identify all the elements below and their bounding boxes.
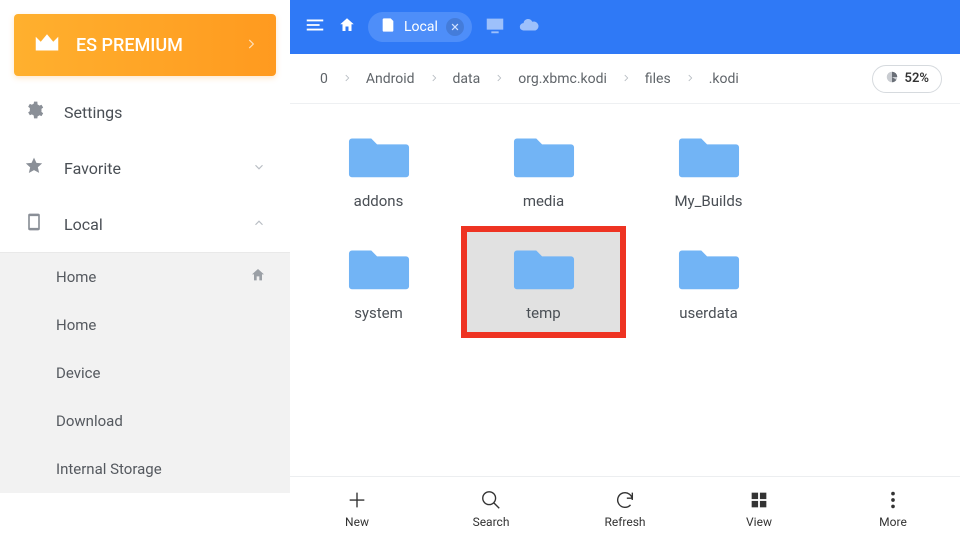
plus-icon — [346, 489, 368, 511]
crumb-4[interactable]: files — [633, 71, 683, 87]
chevron-up-icon — [252, 215, 266, 234]
sub-item-label: Download — [56, 412, 123, 430]
folder-addons[interactable]: addons — [296, 114, 461, 226]
folder-userdata[interactable]: userdata — [626, 226, 791, 338]
folder-grid: addons media My_Builds system temp userd… — [290, 104, 960, 476]
sub-item-label: Home — [56, 268, 96, 286]
refresh-icon — [614, 489, 636, 511]
star-icon — [24, 156, 44, 180]
folder-icon — [678, 242, 740, 296]
local-sub-list: Home Home Device Download Internal Stora… — [0, 252, 290, 493]
crumb-2[interactable]: data — [441, 71, 493, 87]
folder-icon — [678, 130, 740, 184]
bottom-label: More — [879, 515, 907, 529]
new-button[interactable]: New — [290, 477, 424, 540]
sub-item-label: Device — [56, 364, 100, 382]
folder-icon — [513, 242, 575, 296]
sub-item-label: Home — [56, 316, 96, 334]
chevron-right-icon — [621, 71, 631, 87]
crumb-3[interactable]: org.xbmc.kodi — [506, 71, 619, 87]
folder-label: temp — [526, 304, 560, 322]
folder-my-builds[interactable]: My_Builds — [626, 114, 791, 226]
bottom-label: Refresh — [604, 515, 645, 529]
topbar: Local — [290, 0, 960, 54]
crumb-1[interactable]: Android — [354, 71, 427, 87]
bottom-label: Search — [473, 515, 510, 529]
sdcard-icon — [380, 17, 396, 37]
storage-badge[interactable]: 52% — [872, 65, 942, 93]
sub-item-internal-storage[interactable]: Internal Storage — [0, 445, 290, 493]
search-icon — [480, 489, 502, 511]
storage-percent: 52% — [905, 71, 929, 86]
sidebar-item-label: Settings — [64, 103, 122, 122]
sidebar-item-label: Favorite — [64, 159, 121, 178]
folder-system[interactable]: system — [296, 226, 461, 338]
chevron-right-icon — [685, 71, 695, 87]
grid-icon — [748, 489, 770, 511]
sub-item-download[interactable]: Download — [0, 397, 290, 445]
sub-item-device[interactable]: Device — [0, 349, 290, 397]
chevron-right-icon — [342, 71, 352, 87]
folder-icon — [348, 130, 410, 184]
chevron-right-icon — [244, 35, 258, 56]
folder-media[interactable]: media — [461, 114, 626, 226]
more-button[interactable]: More — [826, 477, 960, 540]
sub-item-label: Internal Storage — [56, 460, 162, 478]
more-icon — [882, 489, 904, 511]
view-button[interactable]: View — [692, 477, 826, 540]
breadcrumb: 0 Android data org.xbmc.kodi files .kodi… — [290, 54, 960, 104]
hamburger-icon[interactable] — [304, 14, 326, 40]
sidebar-item-settings[interactable]: Settings — [0, 84, 290, 140]
bottom-label: View — [746, 515, 772, 529]
cloud-icon[interactable] — [518, 14, 540, 40]
premium-label: ES PREMIUM — [76, 35, 183, 56]
crumb-0[interactable]: 0 — [308, 71, 340, 87]
bottom-label: New — [345, 515, 369, 529]
chevron-right-icon — [494, 71, 504, 87]
pie-icon — [885, 70, 899, 88]
sidebar-item-favorite[interactable]: Favorite — [0, 140, 290, 196]
refresh-button[interactable]: Refresh — [558, 477, 692, 540]
folder-label: addons — [354, 192, 404, 210]
sub-item-home-1[interactable]: Home — [0, 253, 290, 301]
tab-chip-local[interactable]: Local — [368, 12, 472, 42]
sidebar-item-label: Local — [64, 215, 103, 234]
close-icon[interactable] — [446, 18, 464, 36]
bottom-toolbar: New Search Refresh View More — [290, 476, 960, 540]
folder-icon — [513, 130, 575, 184]
tv-icon[interactable] — [484, 14, 506, 40]
search-button[interactable]: Search — [424, 477, 558, 540]
phone-icon — [24, 212, 44, 236]
chevron-right-icon — [429, 71, 439, 87]
home-icon — [250, 267, 266, 287]
folder-label: My_Builds — [674, 192, 742, 210]
gear-icon — [24, 100, 44, 124]
es-premium-banner[interactable]: ES PREMIUM — [14, 14, 276, 76]
crumb-5[interactable]: .kodi — [697, 71, 751, 87]
tab-chip-label: Local — [404, 19, 438, 35]
folder-temp[interactable]: temp — [461, 226, 626, 338]
home-icon[interactable] — [338, 16, 356, 38]
folder-label: system — [354, 304, 403, 322]
crown-icon — [32, 28, 62, 63]
sub-item-home-2[interactable]: Home — [0, 301, 290, 349]
folder-label: media — [523, 192, 564, 210]
folder-label: userdata — [679, 304, 738, 322]
sidebar-item-local[interactable]: Local — [0, 196, 290, 252]
folder-icon — [348, 242, 410, 296]
chevron-down-icon — [252, 159, 266, 178]
